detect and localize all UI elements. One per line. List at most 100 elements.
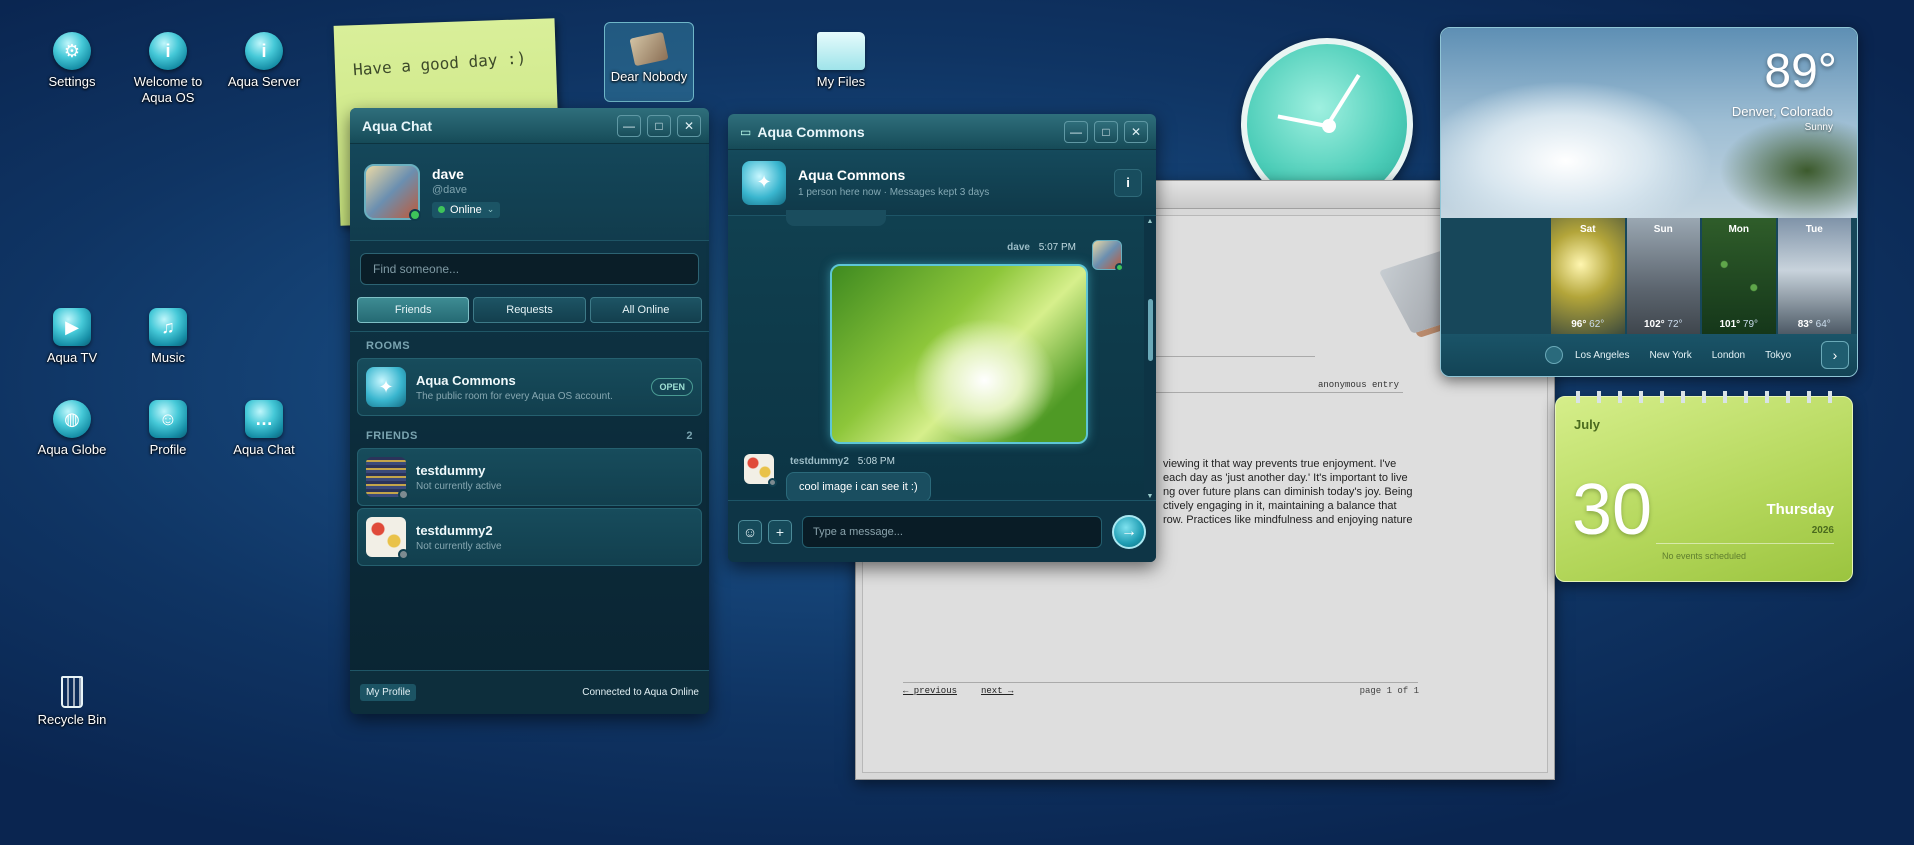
status-dot [438, 206, 445, 214]
desktop-icon-settings[interactable]: ⚙ Settings [24, 32, 120, 90]
chat-footer: My Profile Connected to Aqua Online [350, 670, 709, 714]
body-line: viewing it that way prevents true enjoym… [1163, 458, 1397, 470]
friend-status: Not currently active [416, 540, 502, 552]
friend-name: testdummy [416, 462, 486, 478]
calendar-year: 2026 [1811, 525, 1834, 536]
room-item-aqua-commons[interactable]: ✦ Aqua Commons The public room for every… [357, 358, 702, 416]
avatar [366, 457, 409, 500]
pager-rule [903, 682, 1418, 683]
close-button[interactable]: ✕ [677, 114, 701, 137]
desktop-icon-aqua-server[interactable]: i Aqua Server [216, 32, 312, 90]
avatar [366, 517, 409, 560]
composer-bar: ☺ + Type a message... → [728, 500, 1156, 562]
tab-all-online[interactable]: All Online [589, 297, 702, 323]
calendar-widget[interactable]: July 30 Thursday 2026 No events schedule… [1555, 391, 1853, 582]
document-body: viewing it that way prevents true enjoym… [1163, 457, 1443, 527]
online-status-dot [409, 209, 421, 221]
emoji-button[interactable]: ☺ [738, 519, 762, 544]
minimize-button[interactable]: — [1064, 120, 1088, 143]
chevron-down-icon: ⌄ [486, 204, 495, 215]
sticky-note-text: Have a good day :) [352, 48, 527, 80]
aqua-commons-titlebar[interactable]: ▭ Aqua Commons — □ ✕ [728, 114, 1156, 150]
message-input[interactable]: Type a message... [802, 515, 1102, 548]
desktop-icon-profile[interactable]: ☺ Profile [120, 400, 216, 458]
desktop-icon-dear-nobody[interactable]: Dear Nobody [604, 22, 694, 102]
city-tab[interactable]: New York [1650, 350, 1692, 361]
aqua-commons-window[interactable]: ▭ Aqua Commons — □ ✕ ✦ Aqua Commons 1 pe… [728, 114, 1156, 562]
forecast-day-name: Sat [1579, 224, 1596, 235]
notebook-icon [629, 31, 669, 67]
scroll-up-arrow[interactable]: ▲ [1146, 218, 1154, 225]
status-select[interactable]: Online ⌄ [432, 201, 501, 218]
my-profile-button[interactable]: My Profile [360, 684, 417, 701]
clock-center [1322, 119, 1336, 133]
desktop-icon-recycle-bin[interactable]: Recycle Bin [24, 676, 120, 728]
message-time: 5:08 PM [857, 456, 895, 467]
close-button[interactable]: ✕ [1124, 120, 1148, 143]
city-tab[interactable]: Tokyo [1765, 350, 1791, 361]
offline-status-dot [398, 549, 409, 560]
desktop-icon-label: Aqua Server [227, 74, 301, 89]
desktop-icon-aqua-tv[interactable]: ▶ Aqua TV [24, 308, 120, 366]
next-link[interactable]: next → [981, 686, 1013, 696]
previous-link[interactable]: ← previous [903, 686, 957, 696]
user-profile-card: dave @dave Online ⌄ [350, 144, 709, 241]
maximize-button[interactable]: □ [647, 114, 671, 137]
info-button[interactable]: i [1114, 168, 1142, 197]
friends-header: FRIENDS 2 [366, 430, 693, 442]
friend-item[interactable]: testdummy Not currently active [357, 448, 702, 506]
search-input[interactable]: Find someone... [360, 253, 699, 285]
body-line: each day as 'just another day.' It's imp… [1163, 472, 1408, 484]
rooms-header: ROOMS [366, 340, 411, 352]
gear-icon: ⚙ [53, 32, 91, 70]
desktop-icon-welcome[interactable]: i Welcome to Aqua OS [120, 32, 216, 106]
calendar-month: July [1574, 417, 1601, 432]
chat-bubble-icon: ▭ [740, 124, 752, 139]
user-handle: @dave [432, 183, 468, 196]
desktop-icon-label: Profile [149, 442, 187, 457]
desktop-icon-music[interactable]: ♫ Music [120, 308, 216, 366]
current-temp: 89° [1764, 45, 1837, 98]
tab-friends[interactable]: Friends [357, 297, 470, 323]
tv-icon: ▶ [53, 308, 91, 346]
previous-city-button[interactable] [1545, 346, 1563, 364]
forecast-day-name: Tue [1805, 224, 1823, 235]
chat-bubble-icon: … [245, 400, 283, 438]
forecast-temps: 101° 79° [1719, 319, 1759, 330]
friend-item[interactable]: testdummy2 Not currently active [357, 508, 702, 566]
city-name: Denver, Colorado [1731, 104, 1833, 119]
folder-icon [817, 32, 865, 70]
room-desc: The public room for every Aqua OS accoun… [416, 390, 613, 402]
desktop-icon-aqua-chat[interactable]: … Aqua Chat [216, 400, 312, 458]
minimize-button[interactable]: — [617, 114, 641, 137]
forecast-temps: 83° 64° [1797, 319, 1831, 330]
offline-status-dot [768, 478, 777, 487]
condition: Sunny [1804, 122, 1833, 133]
add-attachment-button[interactable]: + [768, 519, 792, 544]
desktop-icon-aqua-globe[interactable]: ◍ Aqua Globe [24, 400, 120, 458]
forecast-day: Mon 101° 79° [1702, 218, 1776, 334]
next-city-button[interactable]: › [1821, 341, 1849, 369]
connection-status: Connected to Aqua Online [582, 687, 699, 698]
weather-widget[interactable]: 89° Denver, Colorado Sunny Sat 96° 62° S… [1440, 27, 1858, 377]
avatar[interactable] [364, 164, 421, 221]
send-button[interactable]: → [1112, 514, 1146, 549]
city-tab[interactable]: Los Angeles [1575, 350, 1630, 361]
message-list[interactable]: dave 5:07 PM testdummy2 5:08 PM cool ima… [728, 210, 1144, 502]
scrollbar[interactable]: ▲ ▼ [1146, 218, 1154, 500]
body-line: ng over future plans can diminish today'… [1163, 486, 1413, 498]
message-image[interactable] [830, 264, 1088, 444]
window-title: Aqua Commons [757, 123, 865, 140]
desktop-icon-label: My Files [816, 74, 866, 89]
scrollbar-thumb[interactable] [1147, 299, 1153, 361]
city-tab[interactable]: London [1712, 350, 1745, 361]
aqua-chat-window[interactable]: Aqua Chat — □ ✕ dave @dave Online ⌄ Find… [350, 108, 709, 714]
maximize-button[interactable]: □ [1094, 120, 1118, 143]
desktop-icon-my-files[interactable]: My Files [793, 32, 889, 90]
aqua-chat-titlebar[interactable]: Aqua Chat — □ ✕ [350, 108, 709, 144]
forecast-day: Tue 83° 64° [1777, 218, 1851, 334]
scroll-down-arrow[interactable]: ▼ [1146, 493, 1154, 500]
forecast-temps: 102° 72° [1643, 319, 1683, 330]
desktop-icon-label: Aqua Chat [233, 442, 295, 457]
tab-requests[interactable]: Requests [473, 297, 586, 323]
